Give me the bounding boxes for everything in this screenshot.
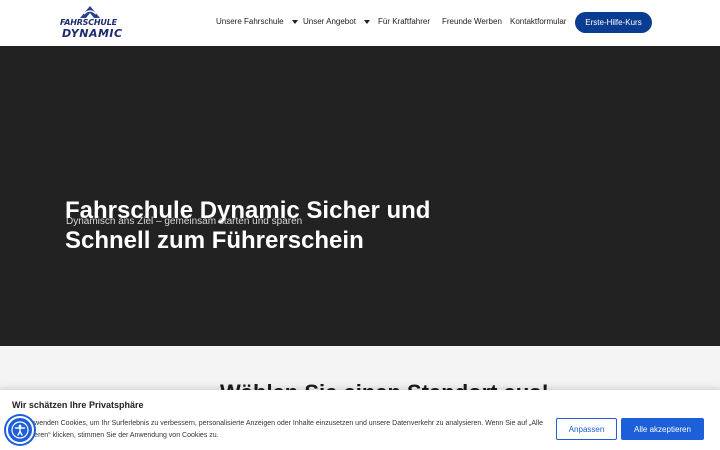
nav-item-fuer-kraftfahrer[interactable]: Für Kraftfahrer (378, 17, 430, 26)
nav-item-kontaktformular[interactable]: Kontaktformular (510, 17, 566, 26)
accept-all-button[interactable]: Alle akzeptieren (621, 418, 704, 440)
cookie-title: Wir schätzen Ihre Privatsphäre (12, 400, 144, 410)
caret-down-icon (363, 19, 370, 24)
nav-item-freunde-werben[interactable]: Freunde Werben (442, 17, 502, 26)
logo-text-line1: FAHRSCHULE (60, 18, 117, 27)
accessibility-icon (11, 421, 29, 439)
nav-item-label: Für Kraftfahrer (378, 17, 431, 26)
nav-item-unser-angebot[interactable]: Unser Angebot (303, 17, 370, 26)
hero-section: Dynamisch ans Ziel – gemeinsam starten u… (0, 46, 720, 346)
customize-button[interactable]: Anpassen (556, 418, 617, 440)
nav-item-label: Freunde Werben (442, 17, 502, 26)
cookie-banner: Wir schätzen Ihre Privatsphäre Wir verwe… (0, 390, 720, 450)
nav-item-label: Unser Angebot (303, 17, 356, 26)
accessibility-button[interactable] (6, 416, 34, 444)
erste-hilfe-kurs-button[interactable]: Erste-Hilfe-Kurs (575, 12, 652, 33)
logo-text-line2: DYNAMIC (62, 27, 123, 40)
caret-down-icon (291, 19, 298, 24)
site-logo[interactable]: FAHRSCHULE DYNAMIC (60, 4, 123, 42)
hero-title: Fahrschule Dynamic Sicher und Schnell zu… (65, 197, 431, 254)
cookie-text: Wir verwenden Cookies, um Ihr Surferlebn… (12, 420, 543, 439)
nav-item-unsere-fahrschule[interactable]: Unsere Fahrschule (216, 17, 298, 26)
nav-item-label: Kontaktformular (510, 17, 567, 26)
nav-item-label: Unsere Fahrschule (216, 17, 284, 26)
site-header: FAHRSCHULE DYNAMIC Unsere Fahrschule Uns… (0, 0, 720, 46)
